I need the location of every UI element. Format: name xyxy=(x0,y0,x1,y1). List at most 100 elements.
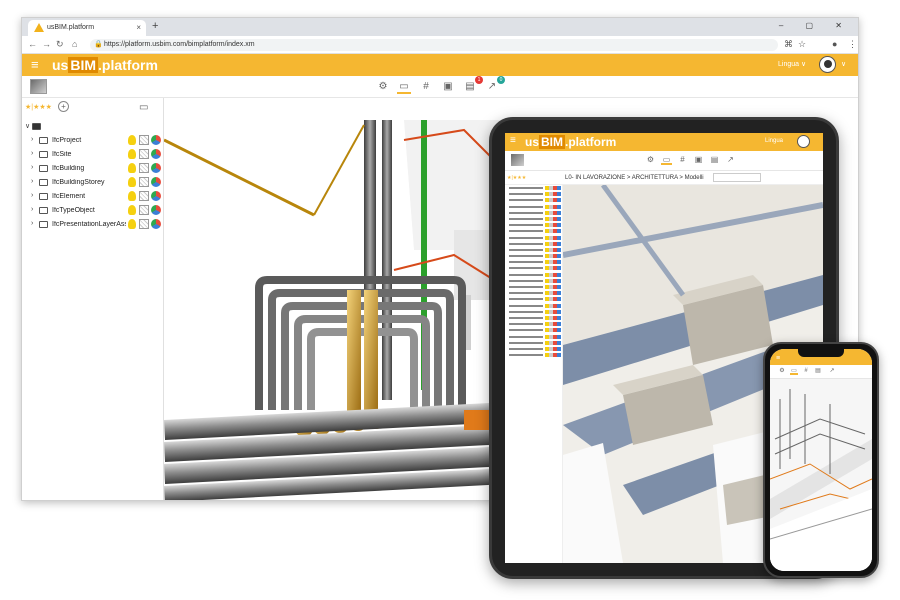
list-item-icons xyxy=(545,241,561,246)
chart-icon[interactable]: ↗ 0 xyxy=(485,76,505,94)
gear-icon[interactable]: ⚙ xyxy=(778,367,786,375)
briefcase-icon[interactable]: ▣ xyxy=(441,80,455,94)
breadcrumb[interactable]: L0- IN LAVORAZIONE > ARCHITETTURA > Mode… xyxy=(565,175,704,181)
reload-icon[interactable]: ↻ xyxy=(56,39,64,50)
chevron-down-icon[interactable]: ∨ xyxy=(841,60,846,68)
account-icon[interactable]: ● xyxy=(832,39,837,49)
tree-item-label: IfcPresentationLayerAssig... xyxy=(52,221,126,228)
list-item[interactable] xyxy=(505,352,562,358)
list-item-label xyxy=(509,310,543,313)
tab-title: usBIM.platform xyxy=(47,24,95,31)
tree-item[interactable]: › IfcTypeObject xyxy=(22,204,163,218)
list-item-label xyxy=(509,316,543,319)
url-field[interactable]: 🔒 https://platform.usbim.com/bimplatform… xyxy=(90,39,778,51)
project-thumbnail[interactable] xyxy=(30,79,47,94)
chevron-right-icon[interactable]: › xyxy=(31,206,33,213)
lightbulb-icon[interactable] xyxy=(128,205,136,215)
transparency-icon[interactable] xyxy=(139,163,149,173)
tree-item[interactable]: › IfcBuilding xyxy=(22,162,163,176)
language-selector[interactable]: Lingua ∨ xyxy=(778,60,806,68)
gear-icon[interactable]: ⚙ xyxy=(645,154,656,165)
transparency-icon[interactable] xyxy=(139,191,149,201)
transparency-icon[interactable] xyxy=(139,135,149,145)
color-palette-icon[interactable] xyxy=(151,177,161,187)
chart-icon[interactable]: ↗ xyxy=(828,367,836,375)
list-item-icons xyxy=(545,254,561,259)
color-palette-icon[interactable] xyxy=(151,191,161,201)
lightbulb-icon[interactable] xyxy=(128,135,136,145)
list-item-icons xyxy=(545,266,561,271)
list-item-label xyxy=(509,335,543,338)
add-icon[interactable]: + xyxy=(58,101,69,112)
color-palette-icon[interactable] xyxy=(151,135,161,145)
hamburger-icon[interactable]: ≡ xyxy=(510,136,516,146)
folder-icon[interactable]: ▭ xyxy=(661,154,672,165)
list-item-icons xyxy=(545,297,561,302)
tree-root[interactable]: ∨ xyxy=(22,120,163,134)
project-thumbnail[interactable] xyxy=(511,154,524,166)
list-item-label xyxy=(509,211,543,214)
more-icon[interactable]: ⋮ xyxy=(848,39,857,50)
back-arrow-icon[interactable]: ← xyxy=(28,39,37,49)
tree-item[interactable]: › IfcProject xyxy=(22,134,163,148)
home-icon[interactable]: ⌂ xyxy=(72,39,77,49)
color-palette-icon[interactable] xyxy=(151,205,161,215)
color-palette-icon[interactable] xyxy=(151,149,161,159)
hamburger-icon[interactable]: ≡ xyxy=(31,58,39,71)
browser-tab[interactable]: usBIM.platform × xyxy=(28,20,146,36)
user-avatar[interactable] xyxy=(797,135,810,148)
folder-icon[interactable]: ▭ xyxy=(397,80,411,94)
lightbulb-icon[interactable] xyxy=(128,163,136,173)
color-palette-icon[interactable] xyxy=(151,163,161,173)
tree-item[interactable]: › IfcSite xyxy=(22,148,163,162)
new-tab-button[interactable]: + xyxy=(152,20,158,32)
list-item-icons xyxy=(545,272,561,277)
transparency-icon[interactable] xyxy=(139,205,149,215)
user-avatar[interactable] xyxy=(819,56,836,73)
chevron-down-icon[interactable]: ∨ xyxy=(25,122,30,130)
lightbulb-icon[interactable] xyxy=(128,219,136,229)
transparency-icon[interactable] xyxy=(139,149,149,159)
clipboard-icon[interactable]: ▤ xyxy=(709,154,720,165)
tree-item-label: IfcProject xyxy=(52,137,82,144)
tab-close-icon[interactable]: × xyxy=(136,23,141,32)
star-icon[interactable]: ☆ xyxy=(798,39,806,50)
forward-arrow-icon[interactable]: → xyxy=(42,39,51,49)
star-rating[interactable]: ★|★★★ xyxy=(25,103,52,111)
chevron-right-icon[interactable]: › xyxy=(31,220,33,227)
search-input[interactable] xyxy=(713,173,761,182)
new-folder-icon[interactable]: ▭ xyxy=(139,102,148,113)
hash-icon[interactable]: # xyxy=(677,154,688,165)
briefcase-icon[interactable]: ▣ xyxy=(693,154,704,165)
tree-item-label: IfcTypeObject xyxy=(52,207,95,214)
clipboard-icon[interactable]: ▤ 1 xyxy=(463,76,483,94)
tree-item[interactable]: › IfcPresentationLayerAssig... xyxy=(22,218,163,232)
window-controls[interactable]: – ▢ ✕ xyxy=(779,21,852,30)
lightbulb-icon[interactable] xyxy=(128,149,136,159)
folder-icon[interactable]: ▭ xyxy=(790,367,798,375)
language-selector[interactable]: Lingua xyxy=(765,138,783,144)
translate-icon[interactable]: ⌘ xyxy=(784,39,793,50)
hamburger-icon[interactable]: ≡ xyxy=(776,355,780,362)
chevron-right-icon[interactable]: › xyxy=(31,178,33,185)
star-rating[interactable]: ★|★★★ xyxy=(507,175,526,181)
lightbulb-icon[interactable] xyxy=(128,191,136,201)
tree-item[interactable]: › IfcElement xyxy=(22,190,163,204)
phone-3d-viewport[interactable] xyxy=(770,379,872,571)
tree-item[interactable]: › IfcBuildingStorey xyxy=(22,176,163,190)
chevron-right-icon[interactable]: › xyxy=(31,136,33,143)
hash-icon[interactable]: # xyxy=(419,80,433,94)
transparency-icon[interactable] xyxy=(139,177,149,187)
transparency-icon[interactable] xyxy=(139,219,149,229)
list-item-label xyxy=(509,273,543,276)
folder-icon xyxy=(39,193,48,200)
chevron-right-icon[interactable]: › xyxy=(31,192,33,199)
chevron-right-icon[interactable]: › xyxy=(31,150,33,157)
lightbulb-icon[interactable] xyxy=(128,177,136,187)
chart-icon[interactable]: ↗ xyxy=(725,154,736,165)
hash-icon[interactable]: # xyxy=(802,367,810,375)
chevron-right-icon[interactable]: › xyxy=(31,164,33,171)
gear-icon[interactable]: ⚙ xyxy=(376,80,390,94)
clipboard-icon[interactable]: ▤ xyxy=(814,367,822,375)
color-palette-icon[interactable] xyxy=(151,219,161,229)
